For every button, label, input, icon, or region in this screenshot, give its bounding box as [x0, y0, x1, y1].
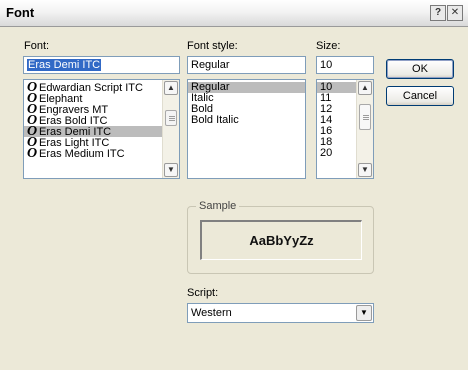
- font-style-list: Regular Italic Bold Bold Italic: [188, 82, 305, 126]
- chevron-down-icon[interactable]: ▼: [356, 305, 372, 321]
- font-style-input[interactable]: Regular: [187, 56, 306, 74]
- sample-label: Sample: [196, 200, 240, 212]
- script-label: Script:: [187, 287, 219, 299]
- list-item[interactable]: O Edwardian Script ITC: [24, 81, 163, 95]
- font-type-icon: O: [27, 146, 38, 161]
- help-button[interactable]: ?: [430, 5, 446, 21]
- font-list-scroll-thumb[interactable]: [165, 110, 177, 126]
- scroll-down-icon[interactable]: ▼: [358, 163, 372, 177]
- size-label: Size:: [316, 40, 341, 52]
- title-bar: Font ? ✕: [0, 0, 468, 27]
- ok-button[interactable]: OK: [386, 59, 454, 79]
- scroll-down-icon[interactable]: ▼: [164, 163, 178, 177]
- list-item[interactable]: O Eras Medium ITC: [24, 146, 163, 161]
- close-button[interactable]: ✕: [447, 5, 463, 21]
- window-title: Font: [6, 5, 35, 20]
- size-input-value: 10: [320, 59, 333, 71]
- list-item-label: Bold Italic: [191, 114, 239, 126]
- size-list: 10 11 12 14 16 18 20: [317, 82, 357, 159]
- size-list-scroll-thumb[interactable]: [359, 104, 371, 130]
- font-list: O Edwardian Script ITC O Elephant O Engravers…: [24, 81, 163, 161]
- font-style-label: Font style:: [187, 40, 238, 52]
- font-input[interactable]: Eras Demi ITC: [23, 56, 180, 74]
- cancel-button[interactable]: Cancel: [386, 86, 454, 106]
- scroll-up-icon[interactable]: ▲: [358, 81, 372, 95]
- font-label: Font:: [24, 40, 50, 52]
- scroll-up-icon[interactable]: ▲: [164, 81, 178, 95]
- size-input[interactable]: 10: [316, 56, 374, 74]
- font-input-value: Eras Demi ITC: [27, 59, 102, 71]
- list-item[interactable]: O Eras Light ITC: [24, 136, 163, 150]
- sample-preview: AaBbYyZz: [200, 220, 362, 260]
- list-item[interactable]: 20: [317, 148, 357, 159]
- list-item[interactable]: O Engravers MT: [24, 103, 163, 117]
- sample-group: Sample AaBbYyZz: [187, 200, 374, 274]
- font-style-input-value: Regular: [191, 59, 230, 71]
- font-list-scrollbar[interactable]: ▲ ▼: [162, 80, 179, 178]
- list-item[interactable]: O Elephant: [24, 92, 163, 106]
- list-item-label: 20: [320, 147, 333, 159]
- list-item[interactable]: O Eras Demi ITC: [24, 125, 163, 139]
- script-select-value: Western: [191, 307, 232, 319]
- list-item-label: Eras Medium ITC: [39, 148, 125, 160]
- list-item[interactable]: O Eras Bold ITC: [24, 114, 163, 128]
- list-item[interactable]: Bold Italic: [188, 115, 305, 126]
- font-style-listbox[interactable]: Regular Italic Bold Bold Italic: [187, 79, 306, 179]
- size-listbox[interactable]: 10 11 12 14 16 18 20 ▲ ▼: [316, 79, 374, 179]
- script-select[interactable]: Western ▼: [187, 303, 374, 323]
- font-listbox[interactable]: O Edwardian Script ITC O Elephant O Engravers…: [23, 79, 180, 179]
- size-list-scrollbar[interactable]: ▲ ▼: [356, 80, 373, 178]
